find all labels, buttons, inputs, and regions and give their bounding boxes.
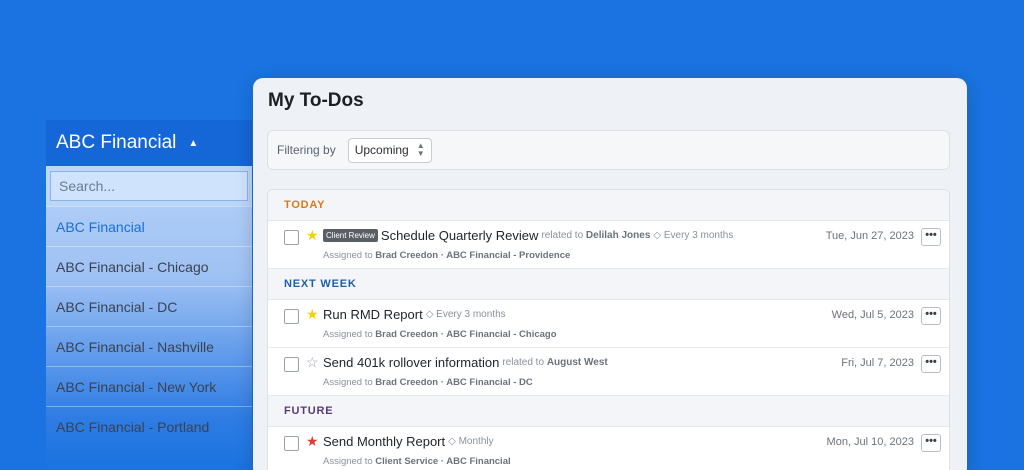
assigned-value: Client Service · ABC Financial: [375, 456, 511, 467]
org-search-wrap: [46, 166, 252, 206]
todo-tag: Client Review: [323, 229, 378, 242]
star-icon[interactable]: ★: [306, 228, 319, 242]
more-horizontal-icon[interactable]: •••: [921, 307, 941, 325]
related-prefix: related to: [541, 230, 584, 241]
todo-assigned: Assigned to Client Service · ABC Financi…: [323, 456, 511, 467]
todo-date: Tue, Jun 27, 2023: [825, 230, 914, 242]
org-selected-label: ABC Financial: [56, 132, 177, 153]
filter-select-value: Upcoming: [354, 143, 409, 157]
filter-bar: Filtering by Upcoming ▲ ▼: [267, 130, 950, 170]
todo-date: Fri, Jul 7, 2023: [841, 357, 914, 369]
org-item-new-york[interactable]: ABC Financial - New York: [46, 366, 252, 406]
todo-main-line: Send 401k rollover information related t…: [323, 355, 608, 370]
assigned-prefix: Assigned to: [323, 456, 373, 467]
more-horizontal-icon[interactable]: •••: [921, 355, 941, 373]
more-horizontal-icon[interactable]: •••: [921, 434, 941, 452]
filter-select[interactable]: Upcoming ▲ ▼: [347, 137, 432, 163]
assigned-value: Brad Creedon · ABC Financial - DC: [375, 377, 533, 388]
todo-main-line: Run RMD Report ◇ Every 3 months: [323, 307, 506, 322]
org-item-chicago[interactable]: ABC Financial - Chicago: [46, 246, 252, 286]
todo-date: Wed, Jul 5, 2023: [831, 309, 914, 321]
related-name[interactable]: Delilah Jones: [586, 230, 650, 241]
assigned-value: Brad Creedon · ABC Financial - Providenc…: [375, 250, 571, 261]
todo-name[interactable]: Send Monthly Report: [323, 434, 445, 449]
todo-assigned: Assigned to Brad Creedon · ABC Financial…: [323, 250, 570, 261]
org-dropdown: ABC Financial ▲ ABC Financial ABC Financ…: [46, 120, 252, 470]
org-dropdown-toggle[interactable]: ABC Financial ▲: [46, 120, 252, 166]
org-item-portland[interactable]: ABC Financial - Portland: [46, 406, 252, 446]
todo-related: related to Delilah Jones: [541, 230, 650, 241]
updown-arrows-icon: ▲ ▼: [416, 141, 425, 158]
todo-main-line: Client Review Schedule Quarterly Review …: [323, 228, 733, 243]
todo-row: ★ Client Review Schedule Quarterly Revie…: [268, 221, 949, 269]
todo-assigned: Assigned to Brad Creedon · ABC Financial…: [323, 377, 533, 388]
todo-row: ☆ Send 401k rollover information related…: [268, 348, 949, 396]
org-search-input[interactable]: [50, 171, 248, 201]
todo-list: TODAY ★ Client Review Schedule Quarterly…: [267, 189, 950, 470]
todo-date: Mon, Jul 10, 2023: [826, 436, 914, 448]
todo-related: related to August West: [502, 357, 607, 368]
section-heading-next-week: NEXT WEEK: [268, 269, 949, 300]
todo-checkbox[interactable]: [284, 309, 299, 324]
filter-label: Filtering by: [277, 143, 336, 157]
star-icon[interactable]: ★: [306, 434, 319, 448]
assigned-prefix: Assigned to: [323, 377, 373, 388]
star-icon[interactable]: ☆: [306, 355, 319, 369]
caret-up-icon: ▲: [188, 137, 199, 149]
page-title: My To-Dos: [268, 90, 364, 111]
star-icon[interactable]: ★: [306, 307, 319, 321]
todo-name[interactable]: Run RMD Report: [323, 307, 423, 322]
more-horizontal-icon[interactable]: •••: [921, 228, 941, 246]
related-prefix: related to: [502, 357, 545, 368]
org-item-nashville[interactable]: ABC Financial - Nashville: [46, 326, 252, 366]
org-item-dc[interactable]: ABC Financial - DC: [46, 286, 252, 326]
todo-row: ★ Send Monthly Report ◇ Monthly Assigned…: [268, 427, 949, 470]
todo-checkbox[interactable]: [284, 230, 299, 245]
assigned-prefix: Assigned to: [323, 250, 373, 261]
todo-main-line: Send Monthly Report ◇ Monthly: [323, 434, 494, 449]
todo-checkbox[interactable]: [284, 357, 299, 372]
todo-row: ★ Run RMD Report ◇ Every 3 months Assign…: [268, 300, 949, 348]
assigned-value: Brad Creedon · ABC Financial - Chicago: [375, 329, 557, 340]
todo-name[interactable]: Send 401k rollover information: [323, 355, 499, 370]
org-item-abc-financial[interactable]: ABC Financial: [46, 206, 252, 246]
todo-recurrence: ◇ Every 3 months: [425, 309, 506, 320]
section-heading-today: TODAY: [268, 190, 949, 221]
assigned-prefix: Assigned to: [323, 329, 373, 340]
todo-assigned: Assigned to Brad Creedon · ABC Financial…: [323, 329, 557, 340]
todo-recurrence: ◇ Monthly: [448, 436, 494, 447]
related-name[interactable]: August West: [547, 357, 608, 368]
section-heading-future: FUTURE: [268, 396, 949, 427]
todo-name[interactable]: Schedule Quarterly Review: [381, 228, 539, 243]
todos-panel: My To-Dos Filtering by Upcoming ▲ ▼ TODAY…: [253, 78, 967, 470]
todo-recurrence: ◇ Every 3 months: [653, 230, 734, 241]
todo-checkbox[interactable]: [284, 436, 299, 451]
